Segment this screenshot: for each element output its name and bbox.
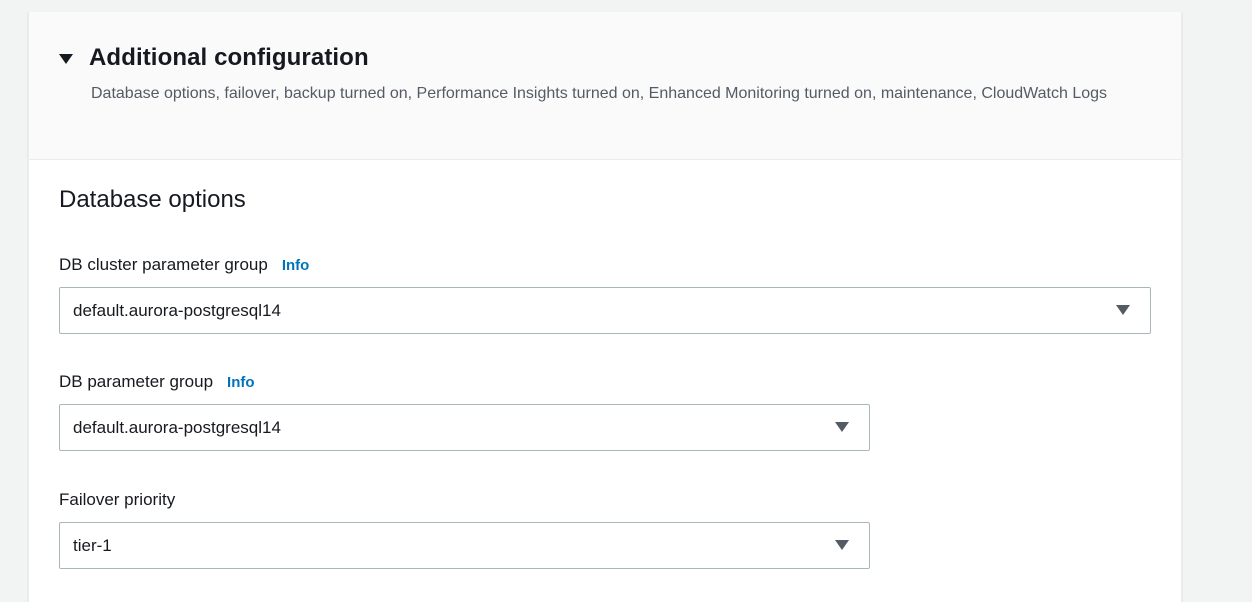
db-parameter-group-select[interactable]: default.aurora-postgresql14: [59, 404, 870, 451]
selected-value: default.aurora-postgresql14: [73, 417, 281, 437]
dropdown-caret-icon: [835, 540, 849, 550]
selected-value: tier-1: [73, 535, 112, 555]
db-cluster-parameter-group-label: DB cluster parameter group Info: [59, 255, 309, 275]
panel-description: Database options, failover, backup turne…: [91, 85, 1108, 102]
additional-configuration-toggle[interactable]: Additional configuration: [59, 44, 369, 72]
section-title: Database options: [59, 186, 246, 213]
field-label-text: Failover priority: [59, 490, 176, 509]
dropdown-caret-icon: [835, 422, 849, 432]
failover-priority-select[interactable]: tier-1: [59, 522, 870, 569]
panel-title: Additional configuration: [89, 44, 369, 71]
field-label-text: DB parameter group: [59, 372, 214, 391]
info-link[interactable]: Info: [227, 374, 255, 391]
dropdown-caret-icon: [1116, 305, 1130, 315]
selected-value: default.aurora-postgresql14: [73, 300, 281, 320]
panel-header: Additional configuration Database option…: [29, 12, 1181, 160]
field-label-text: DB cluster parameter group: [59, 255, 268, 274]
info-link[interactable]: Info: [282, 257, 310, 274]
additional-configuration-panel: Additional configuration Database option…: [28, 12, 1182, 602]
caret-down-icon: [59, 53, 73, 64]
db-parameter-group-label: DB parameter group Info: [59, 372, 255, 392]
failover-priority-label: Failover priority: [59, 490, 175, 510]
db-cluster-parameter-group-select[interactable]: default.aurora-postgresql14: [59, 287, 1151, 334]
